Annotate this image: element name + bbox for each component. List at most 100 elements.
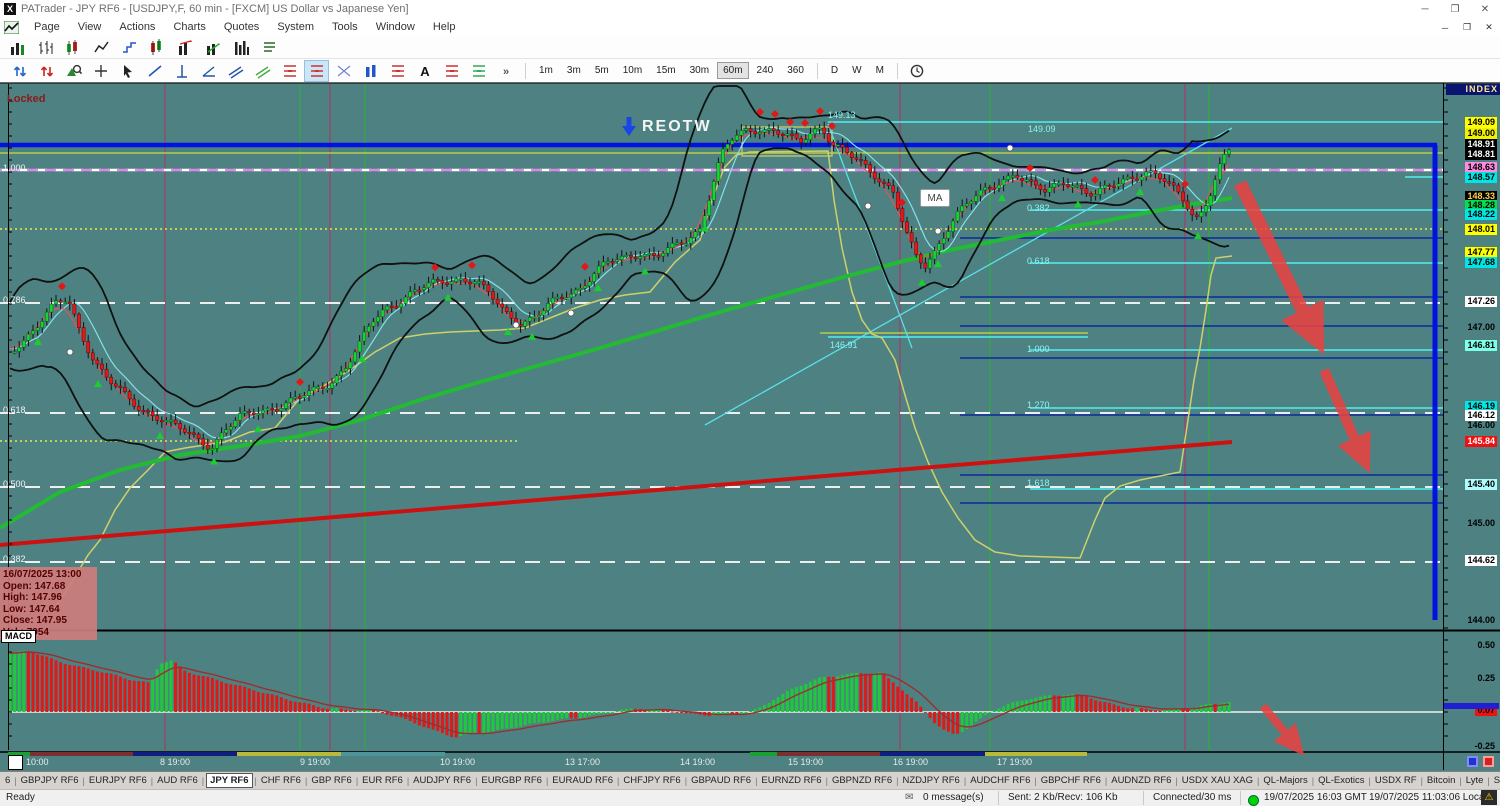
menu-tools[interactable]: Tools [323, 18, 367, 37]
timeframe-30m[interactable]: 30m [684, 62, 715, 79]
arrow-bars-chart-button[interactable] [200, 37, 228, 58]
tab-gbpnzd-rf6[interactable]: GBPNZD RF6 [829, 774, 895, 787]
status-bar: Ready ✉ 0 message(s) Sent: 2 Kb/Recv: 10… [0, 789, 1500, 806]
trendline-tool[interactable] [142, 60, 167, 82]
tab-ql-exotics[interactable]: QL-Exotics [1315, 774, 1367, 787]
timeframe-15m[interactable]: 15m [650, 62, 681, 79]
tab-jpy-rf6[interactable]: JPY RF6 [206, 773, 253, 788]
tab-gbpchf-rf6[interactable]: GBPCHF RF6 [1038, 774, 1104, 787]
message-icon: ✉ [905, 792, 914, 803]
tab-usdx-rf[interactable]: USDX RF [1372, 774, 1420, 787]
fib-extension-tool[interactable] [439, 60, 464, 82]
status-ready: Ready [6, 792, 35, 803]
vertical-line-tool[interactable] [169, 60, 194, 82]
colored-candle-chart-button[interactable] [144, 37, 172, 58]
tab-bitcoin[interactable]: Bitcoin [1424, 774, 1459, 787]
price-axis[interactable] [1443, 83, 1500, 770]
main-chart-canvas[interactable] [0, 83, 1443, 630]
menu-system[interactable]: System [268, 18, 323, 37]
timeframe-10m[interactable]: 10m [617, 62, 648, 79]
warning-icon[interactable]: ⚠ [1481, 790, 1497, 805]
tab-sp500-rf6[interactable]: SP500 RF6 [1491, 774, 1500, 787]
tooltip-open: Open: 147.68 [3, 580, 66, 592]
crosshair-tool[interactable] [88, 60, 113, 82]
cursor-tool[interactable] [115, 60, 140, 82]
step-chart-button[interactable] [116, 37, 144, 58]
time-axis[interactable] [0, 752, 1443, 771]
down-arrow-icon [622, 117, 636, 136]
scroll-up-down[interactable] [7, 60, 32, 82]
tab-audjpy-rf6[interactable]: AUDJPY RF6 [410, 774, 474, 787]
child-minimize-button[interactable]: ─ [1434, 20, 1456, 36]
status-traffic: Sent: 2 Kb/Recv: 106 Kb [1008, 792, 1118, 803]
tab-eurnzd-rf6[interactable]: EURNZD RF6 [758, 774, 824, 787]
zoom-tool[interactable] [61, 60, 86, 82]
tab-chfjpy-rf6[interactable]: CHFJPY RF6 [620, 774, 683, 787]
dock-panel-icon[interactable] [1467, 756, 1478, 767]
tab-euraud-rf6[interactable]: EURAUD RF6 [549, 774, 616, 787]
close-button[interactable]: ✕ [1470, 0, 1500, 18]
child-close-button[interactable]: ✕ [1478, 20, 1500, 36]
menu-window[interactable]: Window [367, 18, 424, 37]
volume-profile-tool[interactable] [358, 60, 383, 82]
indicator-list-button[interactable] [256, 37, 284, 58]
tab-eurgbp-rf6[interactable]: EURGBP RF6 [478, 774, 545, 787]
candle-chart-button[interactable] [60, 37, 88, 58]
menu-charts[interactable]: Charts [164, 18, 214, 37]
fib-expansion-tool[interactable] [466, 60, 491, 82]
maximize-button[interactable]: ❐ [1440, 0, 1470, 18]
status-connection: Connected/30 ms [1153, 792, 1232, 803]
minimize-button[interactable]: ─ [1410, 0, 1440, 18]
symbol-tab-bar: 6 | GBPJPY RF6 | EURJPY RF6 | AUD RF6 | JPY RF6 |… [0, 771, 1500, 789]
tab-audnzd-rf6[interactable]: AUDNZD RF6 [1108, 774, 1174, 787]
tab-eurjpy-rf6[interactable]: EURJPY RF6 [86, 774, 150, 787]
menu-help[interactable]: Help [424, 18, 465, 37]
fib-retracement-tool[interactable] [277, 60, 302, 82]
period-D[interactable]: D [825, 62, 844, 79]
trend-bars-chart-button[interactable] [172, 37, 200, 58]
bar-chart-button[interactable] [4, 37, 32, 58]
session-clock-icon[interactable] [905, 60, 930, 82]
more-tools[interactable]: » [493, 60, 518, 82]
tab-aud-rf6[interactable]: AUD RF6 [154, 774, 201, 787]
period-W[interactable]: W [846, 62, 867, 79]
tab-eur-rf6[interactable]: EUR RF6 [359, 774, 406, 787]
timeframe-3m[interactable]: 3m [561, 62, 587, 79]
price-levels-tool[interactable] [385, 60, 410, 82]
timeframe-5m[interactable]: 5m [589, 62, 615, 79]
tab-nzdjpy-rf6[interactable]: NZDJPY RF6 [899, 774, 962, 787]
channel-tool[interactable] [223, 60, 248, 82]
compare-symbols[interactable] [34, 60, 59, 82]
menu-quotes[interactable]: Quotes [215, 18, 268, 37]
line-chart-button[interactable] [88, 37, 116, 58]
menu-bar: Page View Actions Charts Quotes System Tools Wi… [0, 18, 1500, 38]
tab-gbpjpy-rf6[interactable]: GBPJPY RF6 [18, 774, 82, 787]
menu-page[interactable]: Page [25, 18, 69, 37]
tab-audchf-rf6[interactable]: AUDCHF RF6 [967, 774, 1033, 787]
tab-ql-majors[interactable]: QL-Majors [1260, 774, 1310, 787]
tab-gbpaud-rf6[interactable]: GBPAUD RF6 [688, 774, 754, 787]
fib-levels-tool[interactable] [304, 59, 329, 82]
histogram-chart-button[interactable] [228, 37, 256, 58]
period-M[interactable]: M [870, 62, 890, 79]
timeframe-60m[interactable]: 60m [717, 62, 749, 79]
menu-actions[interactable]: Actions [110, 18, 164, 37]
tab-usdx-xau-xag[interactable]: USDX XAU XAG [1179, 774, 1256, 787]
regression-channel-tool[interactable] [250, 60, 275, 82]
macd-panel-canvas[interactable] [0, 632, 1443, 752]
timeframe-240[interactable]: 240 [751, 62, 780, 79]
timeframe-360[interactable]: 360 [781, 62, 810, 79]
tab-chf-rf6[interactable]: CHF RF6 [258, 774, 304, 787]
tab-lyte[interactable]: Lyte [1463, 774, 1487, 787]
menu-view[interactable]: View [69, 18, 111, 37]
ohlc-chart-button[interactable] [32, 37, 60, 58]
gann-fan-tool[interactable] [331, 60, 356, 82]
tooltip-low: Low: 147.64 [3, 603, 60, 615]
angle-line-tool[interactable] [196, 60, 221, 82]
tab-gbp-rf6[interactable]: GBP RF6 [308, 774, 354, 787]
timeframe-1m[interactable]: 1m [533, 62, 559, 79]
tab-6[interactable]: 6 [2, 774, 13, 787]
close-panel-icon[interactable] [1483, 756, 1494, 767]
text-tool[interactable]: A [412, 60, 437, 82]
child-restore-button[interactable]: ❐ [1456, 20, 1478, 36]
